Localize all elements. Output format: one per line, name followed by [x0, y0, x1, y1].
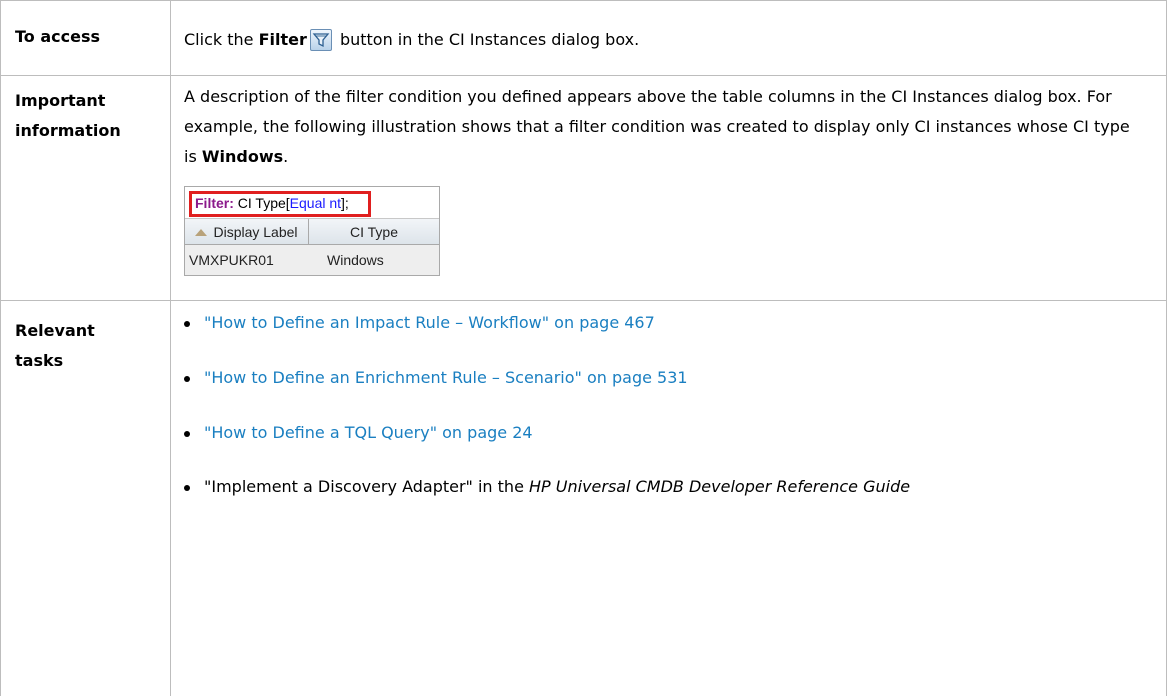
content-relevant-tasks: "How to Define an Impact Rule – Workflow…: [170, 300, 1167, 696]
access-filter-bold: Filter: [258, 30, 307, 49]
bullet-icon: [184, 485, 190, 491]
task-item: "How to Define a TQL Query" on page 24: [184, 417, 1166, 449]
task-discovery-adapter-text: "Implement a Discovery Adapter" in the: [204, 477, 529, 496]
task-item: "How to Define an Impact Rule – Workflow…: [184, 307, 1166, 339]
label-important-line2: information: [15, 121, 121, 140]
label-important-line1: Important: [15, 91, 106, 110]
illustration-table-row: VMXPUKR01 Windows: [185, 245, 439, 275]
illustration-col-ci-type: CI Type: [350, 224, 398, 240]
filter-illustration: Filter: CI Type[Equal nt]; Display Label…: [184, 186, 440, 276]
label-tasks-line1: Relevant: [15, 321, 95, 340]
content-important-information: A description of the filter condition yo…: [170, 75, 1167, 301]
access-text-before: Click the: [184, 30, 259, 49]
illustration-table-header: Display Label CI Type: [185, 219, 439, 245]
task-link-impact-rule[interactable]: "How to Define an Impact Rule – Workflow…: [204, 313, 655, 332]
important-description: A description of the filter condition yo…: [184, 82, 1144, 172]
illustration-col1-text: Display Label: [213, 224, 298, 240]
filter-funnel-icon: [312, 33, 330, 48]
illustration-filter-highlight: Filter: CI Type[Equal nt];: [189, 191, 371, 217]
illustration-filter-text2: ];: [341, 195, 349, 211]
label-important-information: Important information: [0, 75, 171, 301]
task-developer-guide-italic: HP Universal CMDB Developer Reference Gu…: [529, 477, 911, 496]
task-item: "Implement a Discovery Adapter" in the H…: [184, 472, 1124, 502]
tasks-list: "How to Define an Impact Rule – Workflow…: [184, 307, 1166, 502]
illustration-cell-ci-type: Windows: [327, 252, 384, 268]
task-link-tql-query[interactable]: "How to Define a TQL Query" on page 24: [204, 423, 533, 442]
label-relevant-tasks: Relevant tasks: [0, 300, 171, 696]
content-to-access: Click the Filter button in the CI Instan…: [170, 0, 1167, 76]
illustration-cell-display-label: VMXPUKR01: [189, 252, 274, 268]
page: To access Click the Filter button in the…: [0, 0, 1167, 696]
illustration-filter-text1: CI Type[: [233, 195, 290, 211]
bullet-icon: [184, 376, 190, 382]
illustration-filter-row: Filter: CI Type[Equal nt];: [185, 187, 439, 219]
access-text-after: button in the CI Instances dialog box.: [334, 30, 640, 49]
label-tasks-line2: tasks: [15, 351, 64, 370]
important-windows-bold: Windows: [201, 147, 284, 166]
important-text: A description of the filter condition yo…: [184, 87, 1130, 166]
illustration-filter-operator: Equal nt: [289, 195, 342, 211]
sort-ascending-icon: [195, 229, 208, 236]
bullet-icon: [184, 431, 190, 437]
label-to-access: To access: [0, 0, 171, 76]
illustration-filter-label: Filter:: [195, 195, 234, 211]
bullet-icon: [184, 321, 190, 327]
important-period: .: [283, 147, 289, 166]
filter-icon: [309, 29, 332, 51]
task-item: "How to Define an Enrichment Rule – Scen…: [184, 362, 1166, 394]
row-to-access: To access Click the Filter button in the…: [0, 0, 1167, 76]
task-link-enrichment-rule[interactable]: "How to Define an Enrichment Rule – Scen…: [204, 368, 688, 387]
row-important-information: Important information A description of t…: [0, 75, 1167, 301]
illustration-col-display-label: Display Label: [185, 219, 309, 244]
info-table: To access Click the Filter button in the…: [0, 0, 1167, 696]
row-relevant-tasks: Relevant tasks "How to Define an Impact …: [0, 300, 1167, 696]
